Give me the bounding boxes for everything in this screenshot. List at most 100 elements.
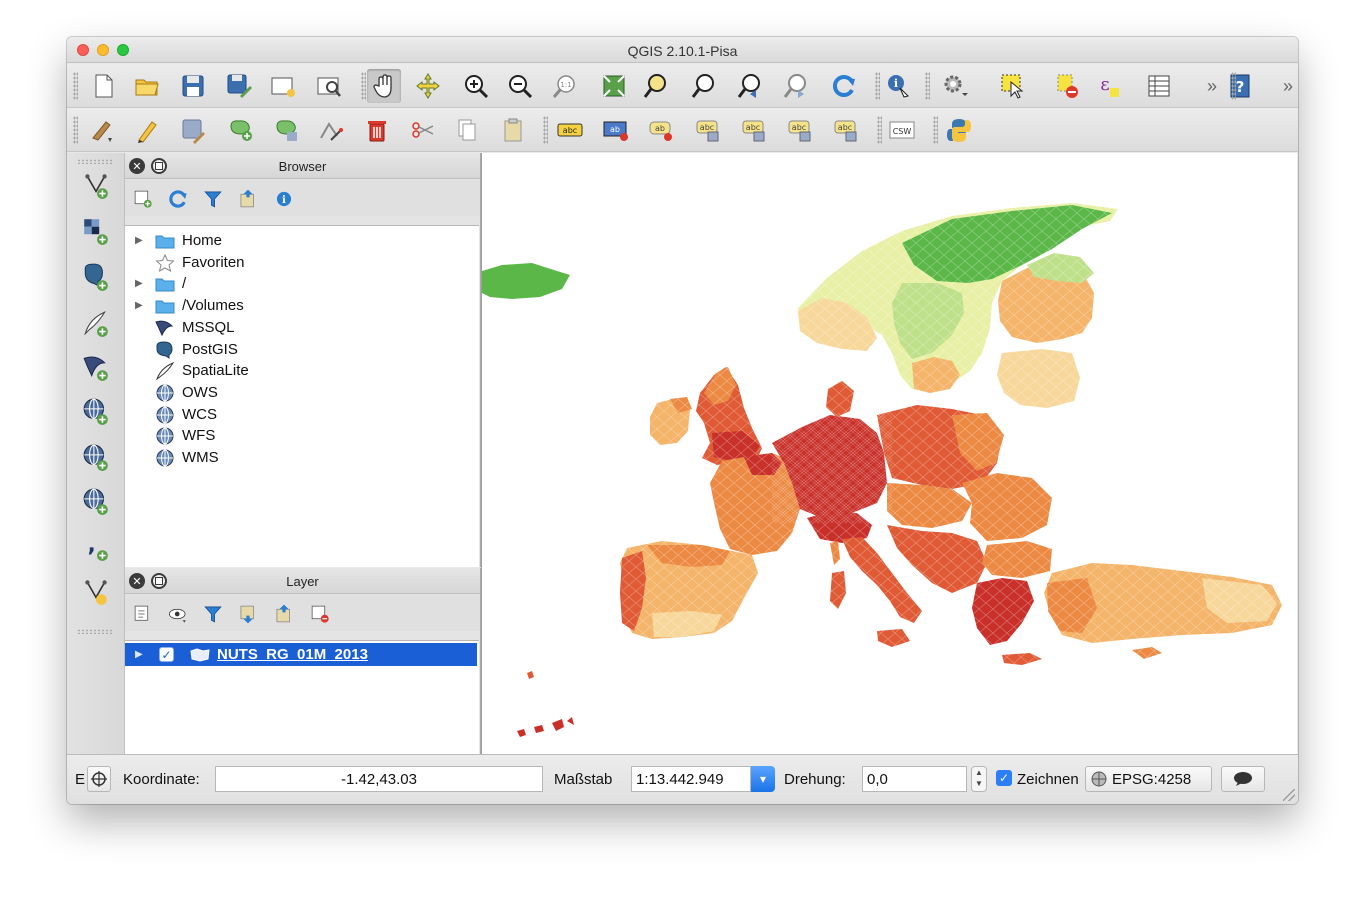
delete-selected-button[interactable] (360, 113, 394, 147)
label-show-hide-button[interactable]: abc (691, 113, 725, 147)
scale-combobox[interactable]: 1:13.442.949 (631, 766, 751, 792)
save-as-button[interactable] (222, 69, 256, 103)
toolbar-grip[interactable] (77, 629, 113, 634)
layer-row[interactable]: ▶ ✓ NUTS_RG_01M_2013 (125, 643, 477, 666)
add-wfs-layer-button[interactable] (78, 483, 114, 519)
zoom-to-selection-button[interactable] (639, 69, 673, 103)
open-layer-styling-button[interactable] (130, 601, 156, 627)
add-mssql-layer-button[interactable] (78, 349, 114, 385)
copy-features-button[interactable] (450, 113, 484, 147)
browser-tree[interactable]: ▶ Home Favoriten ▶ / ▶/Volumes MSSQL PostGIS Spa… (125, 225, 479, 567)
properties-button[interactable]: i (271, 186, 297, 212)
save-project-button[interactable] (176, 69, 210, 103)
remove-layer-button[interactable] (307, 601, 333, 627)
label-move-button[interactable]: abc (737, 113, 771, 147)
toolbar-grip[interactable] (877, 116, 882, 144)
filter-legend-button[interactable] (200, 601, 226, 627)
coordinate-toggle-button[interactable] (87, 766, 111, 792)
select-features-button[interactable] (996, 69, 1030, 103)
messages-button[interactable] (1221, 766, 1265, 792)
toolbar-grip[interactable] (1231, 72, 1236, 100)
pan-hand-button[interactable] (367, 69, 401, 103)
zoom-out-button[interactable] (503, 69, 537, 103)
browser-item-ows[interactable]: OWS (125, 382, 479, 404)
render-checkbox[interactable]: ✓ (996, 770, 1012, 786)
toolbar-overflow-icon[interactable]: » (1207, 76, 1217, 97)
zoom-next-button[interactable] (779, 69, 813, 103)
pan-to-selection-button[interactable] (411, 69, 445, 103)
add-selected-button[interactable] (130, 186, 156, 212)
add-raster-layer-button[interactable] (78, 213, 114, 249)
label-highlight-button[interactable]: ab (645, 113, 679, 147)
new-print-composer-button[interactable] (266, 69, 300, 103)
layer-tree[interactable]: ▶ ✓ NUTS_RG_01M_2013 (125, 640, 479, 754)
coordinate-field[interactable]: -1.42,43.03 (215, 766, 543, 792)
refresh-button[interactable] (165, 186, 191, 212)
new-shapefile-layer-button[interactable] (78, 573, 114, 609)
zoom-last-button[interactable] (733, 69, 767, 103)
toggle-editing-button[interactable] (130, 113, 164, 147)
browser-item-favoriten[interactable]: Favoriten (125, 252, 479, 274)
new-project-button[interactable] (86, 69, 120, 103)
identify-button[interactable]: i (881, 69, 915, 103)
help-button[interactable]: ? (1223, 69, 1257, 103)
toolbar-overflow-icon[interactable]: » (1283, 76, 1293, 97)
add-vector-layer-button[interactable] (78, 167, 114, 203)
refresh-button[interactable] (827, 69, 861, 103)
zoom-in-button[interactable] (459, 69, 493, 103)
measure-button[interactable] (938, 69, 972, 103)
add-spatialite-layer-button[interactable] (78, 305, 114, 341)
label-change-button[interactable]: abc (829, 113, 863, 147)
add-wms-layer-button[interactable] (78, 393, 114, 429)
expand-all-button[interactable] (235, 601, 261, 627)
toolbar-grip[interactable] (73, 116, 78, 144)
map-canvas[interactable] (481, 153, 1297, 754)
python-button[interactable] (942, 113, 976, 147)
expand-arrow-icon[interactable]: ▶ (135, 301, 145, 311)
layer-visibility-checkbox[interactable]: ✓ (159, 647, 174, 662)
toolbar-grip[interactable] (77, 159, 113, 164)
save-edits-button[interactable] (176, 113, 210, 147)
deselect-button[interactable] (1050, 69, 1084, 103)
browser-item-wfs[interactable]: WFS (125, 425, 479, 447)
window-resize-grip[interactable] (1283, 789, 1295, 801)
attribute-table-button[interactable] (1142, 69, 1176, 103)
toolbar-grip[interactable] (73, 72, 78, 100)
current-edits-button[interactable] (85, 113, 119, 147)
label-button[interactable]: abc (553, 113, 587, 147)
cut-features-button[interactable] (406, 113, 440, 147)
browser-item-wcs[interactable]: WCS (125, 404, 479, 426)
browser-item-mssql[interactable]: MSSQL (125, 317, 479, 339)
csw-button[interactable]: CSW (885, 113, 919, 147)
visibility-menu-button[interactable] (165, 601, 191, 627)
toolbar-grip[interactable] (875, 72, 880, 100)
label-pin-button[interactable]: ab (599, 113, 633, 147)
crs-button[interactable]: EPSG:4258 (1085, 766, 1212, 792)
browser-item-wms[interactable]: WMS (125, 447, 479, 469)
add-feature-button[interactable] (224, 113, 258, 147)
toolbar-grip[interactable] (361, 72, 366, 100)
toolbar-grip[interactable] (933, 116, 938, 144)
label-rotate-button[interactable]: abc (783, 113, 817, 147)
zoom-full-button[interactable] (597, 69, 631, 103)
toolbar-grip[interactable] (543, 116, 548, 144)
node-tool-button[interactable] (314, 113, 348, 147)
composer-manager-button[interactable] (312, 69, 346, 103)
browser-item-volumes[interactable]: ▶ /Volumes (125, 295, 479, 317)
browser-item-[interactable]: ▶ / (125, 273, 479, 295)
expand-arrow-icon[interactable]: ▶ (135, 279, 145, 289)
zoom-actual-size-button[interactable]: 1:1 (548, 69, 582, 103)
browser-item-postgis[interactable]: PostGIS (125, 339, 479, 361)
toolbar-grip[interactable] (925, 72, 930, 100)
expression-select-button[interactable]: ε (1091, 69, 1125, 103)
browser-item-home[interactable]: ▶ Home (125, 230, 479, 252)
move-feature-button[interactable] (270, 113, 304, 147)
paste-features-button[interactable] (496, 113, 530, 147)
add-delimited-text-layer-button[interactable]: , (78, 529, 114, 565)
collapse-all-button[interactable] (235, 186, 261, 212)
collapse-all-button[interactable] (271, 601, 297, 627)
expand-arrow-icon[interactable]: ▶ (135, 650, 145, 660)
rotation-field[interactable]: 0,0 (862, 766, 967, 792)
scale-dropdown-button[interactable]: ▾ (751, 766, 775, 792)
filter-button[interactable] (200, 186, 226, 212)
